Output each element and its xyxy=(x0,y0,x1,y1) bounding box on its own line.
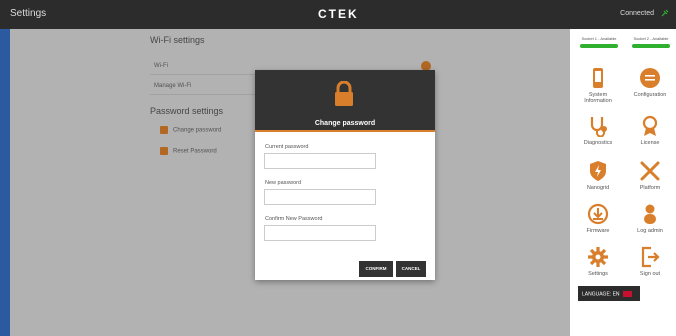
plug-icon xyxy=(661,9,669,17)
connection-status: Connected xyxy=(620,10,654,17)
sidebar-item-platform[interactable]: Platform xyxy=(624,160,676,191)
ribbon-icon xyxy=(642,115,658,136)
tools-icon xyxy=(640,161,660,181)
sidebar-item-firmware[interactable]: Firmware xyxy=(572,203,624,234)
sidebar-item-label: Platform xyxy=(639,185,661,191)
top-bar: Settings CTEK Connected xyxy=(0,0,676,29)
sign-out-icon xyxy=(641,246,660,268)
confirm-button[interactable]: CONFIRM xyxy=(359,261,393,277)
sidebar-item-label: Sign out xyxy=(639,271,661,277)
sidebar-item-label: Configuration xyxy=(633,92,667,98)
sidebar-item-label: System Information xyxy=(584,92,612,104)
language-selector[interactable]: LANGUAGE: EN xyxy=(578,286,640,301)
sidebar-item-label: Log admin xyxy=(637,228,663,234)
socket-1-badge: Socket 1 - Available xyxy=(580,36,618,48)
current-password-label: Current password xyxy=(265,144,309,150)
gear-icon xyxy=(588,247,608,267)
sidebar-item-label: Settings xyxy=(588,271,608,277)
left-edge-strip xyxy=(0,29,10,336)
sidebar-item-configuration[interactable]: Configuration xyxy=(624,67,676,98)
sidebar-item-license[interactable]: License xyxy=(624,115,676,146)
shield-bolt-icon xyxy=(590,161,606,181)
page-title: Settings xyxy=(10,8,47,19)
ctek-logo: CTEK xyxy=(318,7,359,21)
sidebar-item-label: License xyxy=(640,140,660,146)
person-icon xyxy=(644,204,656,224)
confirm-password-input[interactable] xyxy=(264,225,376,241)
change-password-dialog: Change password Current password New pas… xyxy=(255,70,435,280)
socket-2-badge: Socket 2 - Available xyxy=(632,36,670,48)
new-password-label: New password xyxy=(265,180,302,186)
sidebar-item-nanogrid[interactable]: Nanogrid xyxy=(572,160,624,191)
stethoscope-icon xyxy=(590,117,607,137)
sidebar-item-diagnostics[interactable]: Diagnostics xyxy=(572,115,624,146)
sidebar-item-log-admin[interactable]: Log admin xyxy=(624,203,676,234)
socket-2-status-bar xyxy=(632,44,670,48)
socket-1-status-bar xyxy=(580,44,618,48)
sidebar-item-system-information[interactable]: System Information xyxy=(572,67,624,104)
sidebar-item-sign-out[interactable]: Sign out xyxy=(624,246,676,277)
dialog-title: Change password xyxy=(314,120,376,127)
dialog-header: Change password xyxy=(255,70,435,132)
language-label: LANGUAGE: EN xyxy=(582,291,620,298)
cancel-button[interactable]: CANCEL xyxy=(396,261,426,277)
configuration-icon xyxy=(640,68,660,88)
lock-icon xyxy=(335,81,353,106)
sidebar-item-label: Firmware xyxy=(586,228,610,234)
phone-icon xyxy=(593,68,603,88)
current-password-input[interactable] xyxy=(264,153,376,169)
sidebar-item-label: Nanogrid xyxy=(586,185,610,191)
sidebar-item-label: Diagnostics xyxy=(583,140,613,146)
firmware-icon xyxy=(587,203,609,225)
uk-flag-icon xyxy=(622,291,632,297)
confirm-password-label: Confirm New Password xyxy=(265,216,323,222)
sidebar-item-settings[interactable]: Settings xyxy=(572,246,624,277)
new-password-input[interactable] xyxy=(264,189,376,205)
